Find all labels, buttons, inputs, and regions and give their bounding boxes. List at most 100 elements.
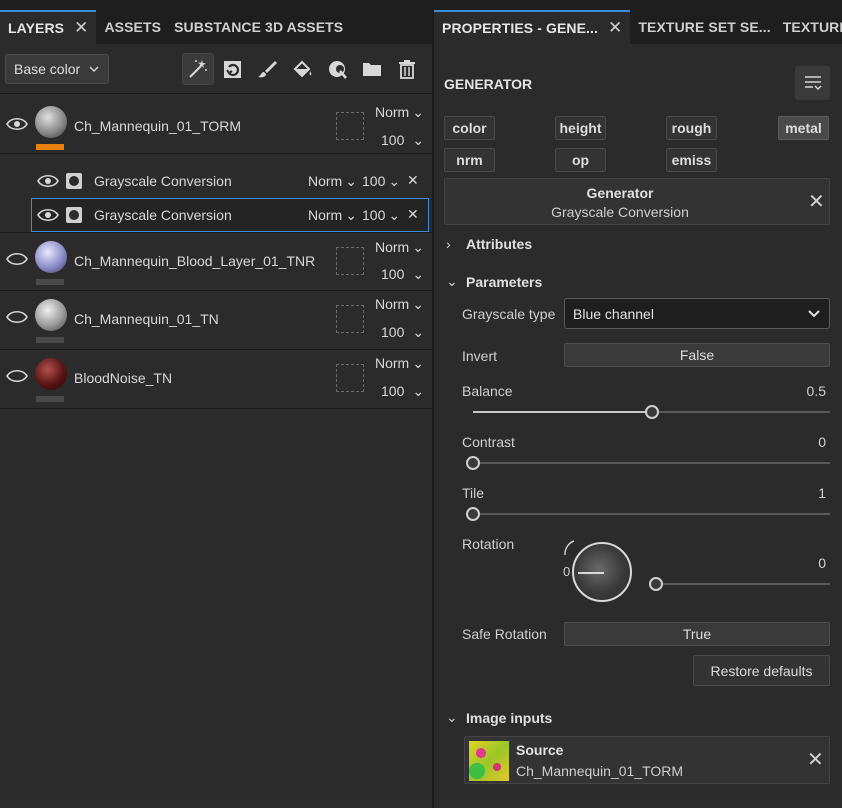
parameters-group-header[interactable]: ⌄ Parameters	[446, 273, 542, 290]
channel-color-button[interactable]: color	[444, 116, 495, 140]
close-icon[interactable]: ✕	[74, 18, 88, 38]
tab-assets[interactable]: ASSETS	[96, 10, 169, 44]
channel-op-button[interactable]: op	[555, 148, 606, 172]
blend-mode-dropdown[interactable]: Norm ⌄	[375, 296, 424, 313]
blend-mode-dropdown[interactable]: Norm ⌄	[375, 104, 424, 121]
tile-slider[interactable]	[466, 507, 830, 521]
opacity-dropdown[interactable]: 100 ⌄	[381, 324, 424, 341]
eye-icon[interactable]	[6, 116, 28, 132]
tile-value[interactable]: 1	[818, 485, 826, 501]
chevron-down-icon: ⌄	[388, 207, 401, 223]
channel-dropdown[interactable]: Base color	[5, 54, 109, 84]
attributes-group-header[interactable]: › Attributes	[446, 236, 532, 252]
restore-defaults-button[interactable]: Restore defaults	[693, 655, 830, 686]
layer-row[interactable]: BloodNoise_TN Norm ⌄ 100 ⌄	[0, 350, 432, 409]
source-input-card[interactable]: Source Ch_Mannequin_01_TORM ✕	[464, 736, 830, 784]
trash-icon[interactable]	[391, 53, 423, 85]
eye-open-icon[interactable]	[6, 251, 28, 267]
close-icon[interactable]: ✕	[608, 18, 622, 38]
blend-mode-dropdown[interactable]: Norm ⌄	[308, 173, 357, 190]
opacity-dropdown[interactable]: 100 ⌄	[381, 266, 424, 283]
tab-texture-set-settings-label: TEXTURE SET SE...	[638, 19, 771, 35]
balance-slider-thumb[interactable]	[644, 405, 659, 419]
layer-thumbnail	[35, 241, 67, 273]
tab-texture-set-settings[interactable]: TEXTURE SET SE...	[630, 10, 778, 44]
layer-name[interactable]: Ch_Mannequin_01_TORM	[74, 118, 241, 134]
layer-name[interactable]: Ch_Mannequin_01_TN	[74, 311, 219, 327]
rotation-knob-value: 0	[563, 564, 571, 579]
mask-placeholder[interactable]	[336, 364, 364, 392]
effect-name[interactable]: Grayscale Conversion	[94, 173, 232, 189]
channel-rough-button[interactable]: rough	[666, 116, 717, 140]
generator-card-name: Grayscale Conversion	[551, 204, 689, 220]
generator-resource-card[interactable]: Generator Grayscale Conversion ✕	[444, 178, 830, 225]
magic-wand-icon[interactable]	[182, 53, 214, 85]
blend-mode-dropdown[interactable]: Norm ⌄	[375, 355, 424, 372]
mask-placeholder[interactable]	[336, 305, 364, 333]
close-icon[interactable]: ✕	[407, 172, 419, 189]
contrast-slider-thumb[interactable]	[466, 456, 480, 470]
grayscale-type-select[interactable]: Blue channel	[564, 298, 830, 329]
mask-placeholder[interactable]	[336, 112, 364, 140]
effect-row-selected[interactable]: Grayscale Conversion Norm ⌄ 100 ⌄ ✕	[31, 198, 429, 232]
tile-slider-thumb[interactable]	[466, 507, 480, 521]
blend-mode-dropdown[interactable]: Norm ⌄	[375, 239, 424, 256]
layer-name[interactable]: BloodNoise_TN	[74, 370, 172, 386]
tab-texture-set-list[interactable]: TEXTURE S...	[779, 10, 842, 44]
opacity-dropdown[interactable]: 100 ⌄	[362, 207, 400, 224]
blend-mode-value: Norm	[375, 355, 410, 371]
tab-layers[interactable]: LAYERS ✕	[0, 10, 97, 44]
safe-rotation-toggle[interactable]: True	[564, 622, 830, 646]
menu-button[interactable]	[795, 66, 830, 100]
contrast-slider[interactable]	[466, 456, 830, 470]
layer-row[interactable]: Ch_Mannequin_Blood_Layer_01_TNR Norm ⌄ 10…	[0, 232, 432, 291]
safe-rotation-label: Safe Rotation	[462, 626, 547, 642]
close-icon[interactable]: ✕	[808, 192, 825, 212]
effect-name[interactable]: Grayscale Conversion	[94, 207, 232, 223]
folder-icon[interactable]	[356, 53, 388, 85]
channel-height-button[interactable]: height	[555, 116, 606, 140]
eye-open-icon[interactable]	[6, 309, 28, 325]
eye-icon[interactable]	[37, 207, 59, 223]
layers-tabbar: LAYERS ✕ ASSETS SUBSTANCE 3D ASSETS	[0, 10, 432, 44]
channel-nrm-button[interactable]: nrm	[444, 148, 495, 172]
channel-emiss-button[interactable]: emiss	[666, 148, 717, 172]
blend-mode-dropdown[interactable]: Norm ⌄	[308, 207, 357, 224]
channel-metal-button[interactable]: metal	[778, 116, 829, 140]
layer-name[interactable]: Ch_Mannequin_Blood_Layer_01_TNR	[74, 253, 315, 269]
image-inputs-group-header[interactable]: ⌄ Image inputs	[446, 709, 552, 726]
mask-placeholder[interactable]	[336, 247, 364, 275]
chevron-down-icon: ⌄	[412, 132, 425, 148]
close-icon[interactable]: ✕	[407, 206, 419, 223]
opacity-dropdown[interactable]: 100 ⌄	[381, 383, 424, 400]
list-menu-icon	[804, 76, 821, 90]
color-picker-icon[interactable]	[321, 53, 353, 85]
contrast-value[interactable]: 0	[818, 434, 826, 450]
close-icon[interactable]: ✕	[807, 750, 824, 770]
tab-properties-generator[interactable]: PROPERTIES - GENE... ✕	[434, 10, 631, 44]
balance-value[interactable]: 0.5	[807, 383, 826, 399]
layer-row[interactable]: Ch_Mannequin_01_TORM Norm ⌄ 100 ⌄	[0, 96, 432, 154]
rotation-value[interactable]: 0	[818, 555, 826, 571]
layer-row[interactable]: Ch_Mannequin_01_TN Norm ⌄ 100 ⌄	[0, 291, 432, 350]
balance-slider[interactable]	[473, 405, 830, 419]
tab-substance-3d-assets[interactable]: SUBSTANCE 3D ASSETS	[169, 10, 351, 44]
channel-dropdown-value: Base color	[14, 61, 81, 77]
opacity-value: 100	[362, 207, 386, 223]
fill-bucket-icon[interactable]	[286, 53, 318, 85]
smart-mask-icon[interactable]	[217, 53, 249, 85]
chevron-down-icon	[808, 310, 820, 318]
opacity-dropdown[interactable]: 100 ⌄	[362, 173, 400, 190]
eye-open-icon[interactable]	[6, 368, 28, 384]
effect-row[interactable]: Grayscale Conversion Norm ⌄ 100 ⌄ ✕	[0, 164, 432, 198]
eye-icon[interactable]	[37, 173, 59, 189]
chevron-down-icon: ⌄	[412, 104, 424, 120]
rotation-knob[interactable]	[572, 542, 632, 602]
opacity-dropdown[interactable]: 100 ⌄	[381, 132, 424, 149]
rotation-slider-thumb[interactable]	[649, 577, 663, 591]
rotation-slider[interactable]	[649, 577, 830, 591]
section-title: GENERATOR	[444, 76, 533, 92]
chevron-down-icon: ⌄	[412, 324, 425, 340]
invert-toggle[interactable]: False	[564, 343, 830, 367]
brush-icon[interactable]	[251, 53, 283, 85]
